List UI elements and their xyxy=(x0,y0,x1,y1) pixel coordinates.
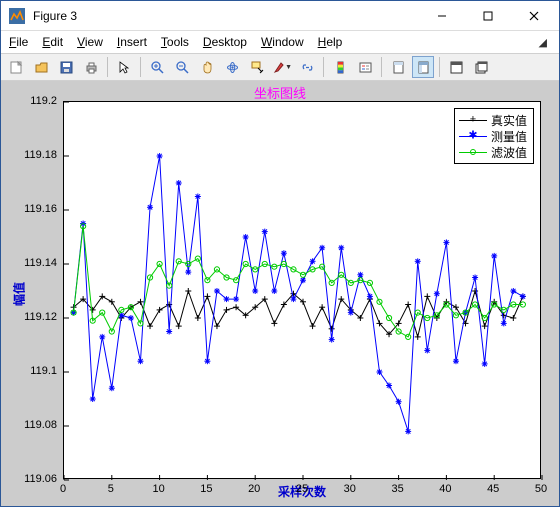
pointer-button[interactable] xyxy=(113,56,135,78)
maximize-button[interactable] xyxy=(465,1,511,30)
figure-canvas[interactable]: 坐标图线 幅值 采样次数 +真实值✱测量值滤波值 119.06119.08119… xyxy=(1,81,559,506)
legend-entry[interactable]: + 真实值 xyxy=(459,112,527,128)
x-tick-label: 50 xyxy=(535,483,547,495)
menu-overflow-icon[interactable]: ◢ xyxy=(539,36,551,49)
zoom-out-button[interactable] xyxy=(171,56,193,78)
menu-view[interactable]: View xyxy=(77,35,103,49)
x-tick-label: 25 xyxy=(296,483,308,495)
axes[interactable]: + 真实值 ✱ 测量值滤波值 xyxy=(63,101,541,479)
menu-tools[interactable]: Tools xyxy=(161,35,189,49)
x-tick-label: 0 xyxy=(60,483,66,495)
legend-swatch: ✱ xyxy=(459,129,487,143)
toolbar-separator xyxy=(439,57,440,77)
menu-file[interactable]: File xyxy=(9,35,28,49)
hide-tools-button[interactable] xyxy=(387,56,409,78)
y-tick-label: 119.18 xyxy=(7,149,57,161)
chevron-down-icon: ▼ xyxy=(285,64,292,71)
toolbar-separator xyxy=(323,57,324,77)
brush-button[interactable]: ▼ xyxy=(271,56,293,78)
print-button[interactable] xyxy=(80,56,102,78)
menu-window[interactable]: Window xyxy=(261,35,304,49)
y-tick-label: 119.1 xyxy=(7,365,57,377)
y-tick-label: 119.16 xyxy=(7,203,57,215)
dock-button[interactable] xyxy=(445,56,467,78)
y-tick-label: 119.14 xyxy=(7,257,57,269)
colorbar-button[interactable] xyxy=(329,56,351,78)
undock-button[interactable] xyxy=(470,56,492,78)
new-figure-button[interactable] xyxy=(5,56,27,78)
toolbar-separator xyxy=(140,57,141,77)
legend-label: 真实值 xyxy=(491,112,527,129)
menu-desktop[interactable]: Desktop xyxy=(203,35,247,49)
menubar: File Edit View Insert Tools Desktop Wind… xyxy=(1,31,559,53)
legend[interactable]: + 真实值 ✱ 测量值滤波值 xyxy=(454,108,534,164)
datacursor-button[interactable] xyxy=(246,56,268,78)
toolbar: ▼ xyxy=(1,53,559,81)
y-tick-label: 119.2 xyxy=(7,95,57,107)
rotate3d-button[interactable] xyxy=(221,56,243,78)
figure-window: Figure 3 File Edit View Insert Tools Des… xyxy=(0,0,560,507)
x-tick-label: 15 xyxy=(200,483,212,495)
x-tick-label: 40 xyxy=(439,483,451,495)
app-icon xyxy=(7,6,27,26)
legend-label: 测量值 xyxy=(491,128,527,145)
menu-insert[interactable]: Insert xyxy=(117,35,147,49)
y-axis-label: 幅值 xyxy=(11,281,28,305)
titlebar: Figure 3 xyxy=(1,1,559,31)
show-tools-button[interactable] xyxy=(412,56,434,78)
menu-help[interactable]: Help xyxy=(318,35,343,49)
window-controls xyxy=(419,1,557,30)
x-tick-label: 20 xyxy=(248,483,260,495)
chart-title: 坐标图线 xyxy=(1,83,559,102)
window-title: Figure 3 xyxy=(33,9,419,23)
menu-edit[interactable]: Edit xyxy=(42,35,63,49)
legend-swatch xyxy=(459,145,487,159)
y-tick-label: 119.06 xyxy=(7,473,57,485)
x-tick-label: 10 xyxy=(152,483,164,495)
close-button[interactable] xyxy=(511,1,557,30)
minimize-button[interactable] xyxy=(419,1,465,30)
legend-swatch: + xyxy=(459,113,487,127)
y-tick-label: 119.12 xyxy=(7,311,57,323)
save-button[interactable] xyxy=(55,56,77,78)
y-tick-label: 119.08 xyxy=(7,419,57,431)
open-button[interactable] xyxy=(30,56,52,78)
x-tick-label: 30 xyxy=(344,483,356,495)
toolbar-separator xyxy=(107,57,108,77)
toolbar-separator xyxy=(381,57,382,77)
zoom-in-button[interactable] xyxy=(146,56,168,78)
legend-entry[interactable]: 滤波值 xyxy=(459,144,527,160)
legend-button[interactable] xyxy=(354,56,376,78)
legend-entry[interactable]: ✱ 测量值 xyxy=(459,128,527,144)
x-tick-label: 5 xyxy=(108,483,114,495)
x-tick-label: 45 xyxy=(487,483,499,495)
link-button[interactable] xyxy=(296,56,318,78)
x-tick-label: 35 xyxy=(391,483,403,495)
pan-button[interactable] xyxy=(196,56,218,78)
legend-label: 滤波值 xyxy=(491,144,527,161)
